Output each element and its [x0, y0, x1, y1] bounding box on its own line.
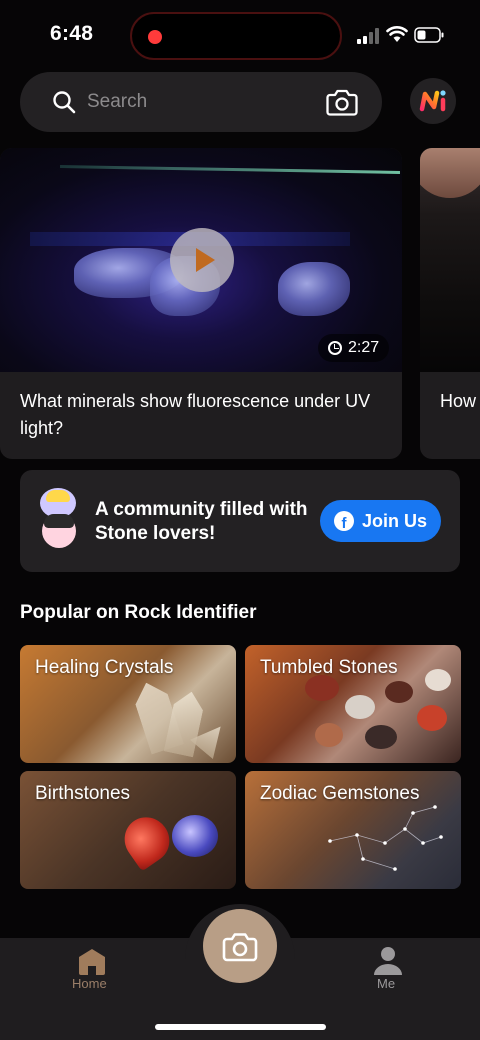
video-card[interactable]: How magn [420, 148, 480, 459]
community-text: A community filled with Stone lovers! [95, 499, 308, 544]
facebook-icon: f [333, 511, 354, 531]
tile-birthstones[interactable]: Birthstones [20, 771, 236, 889]
battery-icon [414, 27, 444, 43]
tile-zodiac-gemstones[interactable]: Zodiac Gemstones [245, 771, 461, 889]
home-indicator[interactable] [155, 1024, 326, 1030]
section-title: Popular on Rock Identifier [20, 602, 257, 623]
duration-badge: 2:27 [318, 334, 390, 362]
app-logo-avatar[interactable] [410, 78, 456, 124]
play-icon [196, 248, 215, 272]
tile-tumbled-stones[interactable]: Tumbled Stones [245, 645, 461, 763]
sapphire-gem [172, 815, 218, 857]
identify-camera-button[interactable] [203, 909, 277, 983]
play-button[interactable] [170, 228, 234, 292]
tile-label: Tumbled Stones [260, 657, 398, 678]
ruby-gem [115, 808, 179, 872]
search-icon [53, 91, 76, 114]
community-avatar-icon [42, 514, 76, 548]
community-banner: A community filled with Stone lovers! f … [20, 470, 460, 572]
home-icon[interactable] [77, 948, 107, 976]
video-title: How magn [440, 391, 480, 411]
nav-home-label[interactable]: Home [72, 976, 107, 991]
wifi-icon [386, 26, 408, 42]
search-bar[interactable]: Search [20, 72, 382, 132]
search-input[interactable]: Search [87, 91, 147, 113]
camera-icon [222, 933, 258, 962]
video-thumbnail: 2:27 [0, 148, 402, 372]
join-us-label: Join Us [361, 510, 427, 531]
status-time: 6:48 [50, 22, 94, 45]
tile-label: Zodiac Gemstones [260, 783, 420, 804]
dynamic-island [130, 12, 342, 60]
tile-healing-crystals[interactable]: Healing Crystals [20, 645, 236, 763]
tile-label: Healing Crystals [35, 657, 174, 678]
clock-icon [328, 341, 342, 355]
nav-me-label[interactable]: Me [377, 976, 395, 991]
video-duration: 2:27 [348, 339, 380, 356]
recording-indicator-icon [148, 30, 162, 44]
fluorescent-rock [278, 262, 350, 316]
video-thumbnail [420, 148, 480, 372]
tile-label: Birthstones [35, 783, 131, 804]
cellular-signal-icon [357, 28, 379, 44]
join-us-button[interactable]: f Join Us [320, 500, 441, 542]
video-card[interactable]: 2:27 What minerals show fluorescence und… [0, 148, 402, 459]
profile-icon[interactable] [372, 946, 404, 976]
camera-search-icon[interactable] [326, 87, 358, 117]
app-logo-icon [419, 90, 446, 112]
video-title: What minerals show fluorescence under UV… [20, 391, 371, 438]
